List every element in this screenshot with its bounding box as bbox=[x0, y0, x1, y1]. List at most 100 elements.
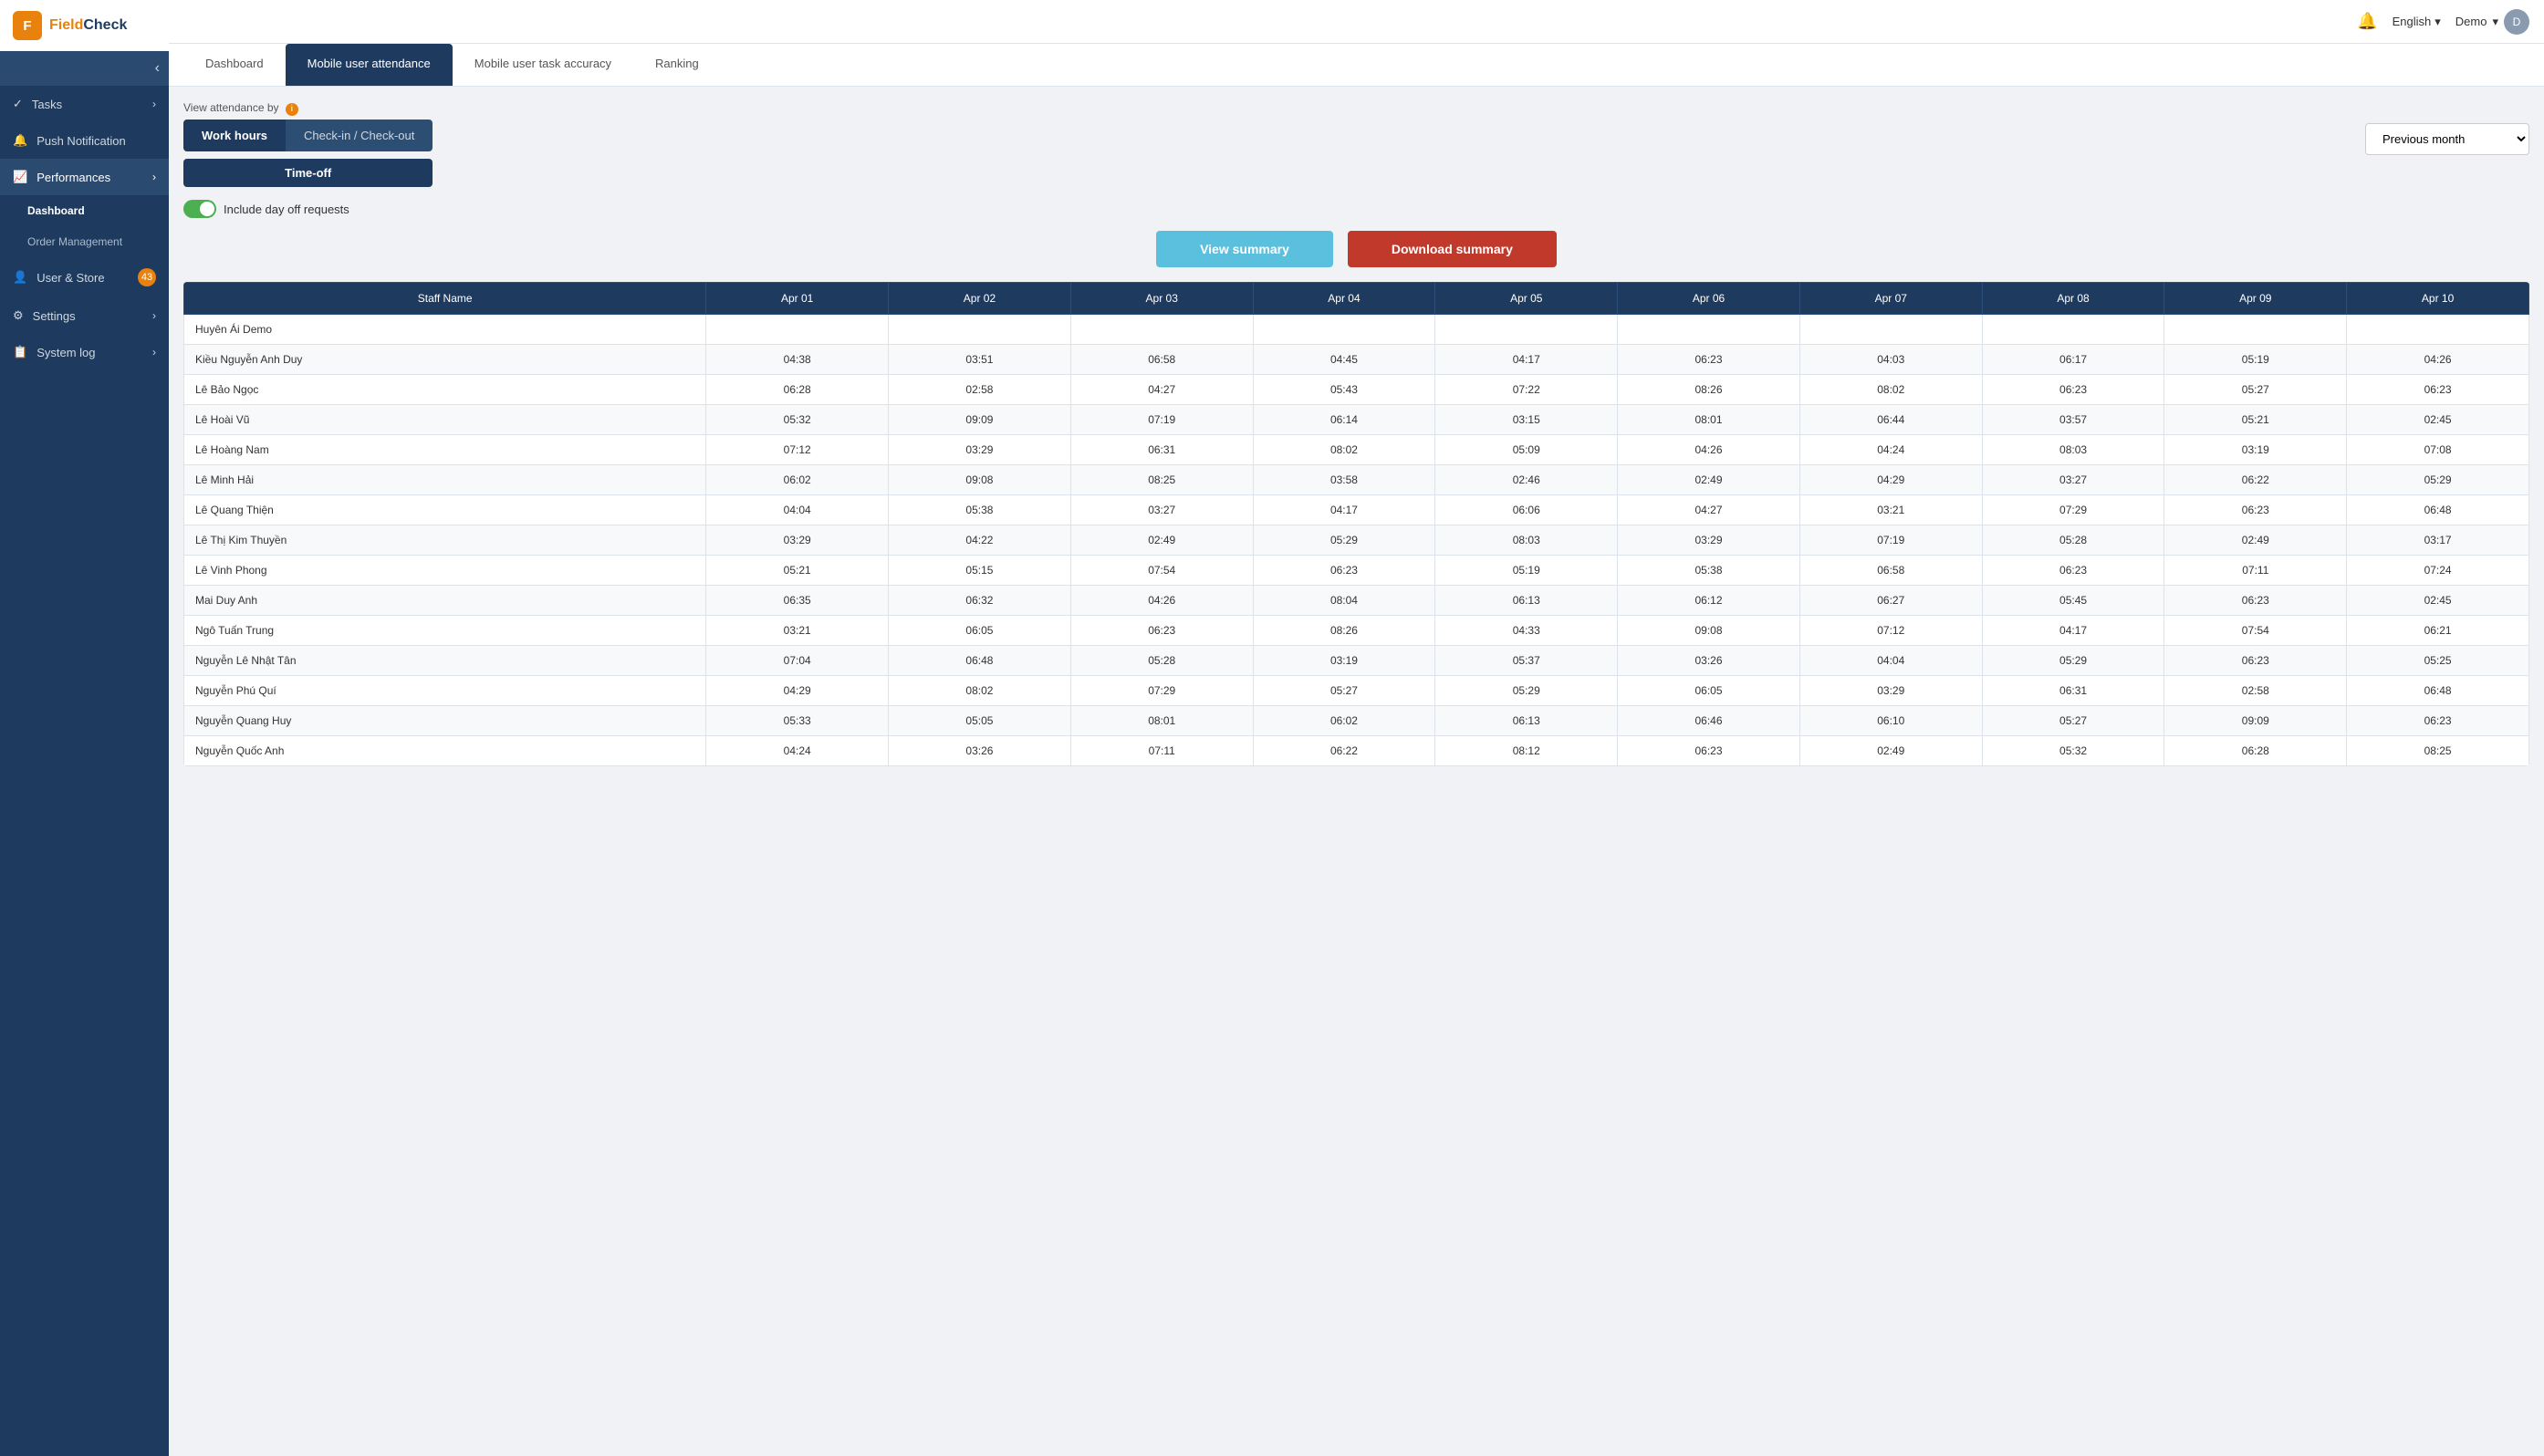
staff-name-cell: Lê Quang Thiện bbox=[184, 495, 706, 525]
time-cell: 06:46 bbox=[1618, 706, 1800, 736]
time-cell: 06:23 bbox=[1070, 616, 1253, 646]
time-cell: 04:17 bbox=[1253, 495, 1435, 525]
time-cell: 09:09 bbox=[889, 405, 1071, 435]
time-cell: 06:23 bbox=[1982, 556, 2164, 586]
time-cell: 02:58 bbox=[889, 375, 1071, 405]
time-cell: 07:12 bbox=[1799, 616, 1982, 646]
include-day-off-toggle[interactable] bbox=[183, 200, 216, 218]
date-header-apr-09: Apr 09 bbox=[2164, 283, 2347, 315]
attendance-table: Staff NameApr 01Apr 02Apr 03Apr 04Apr 05… bbox=[183, 282, 2529, 766]
checkin-checkout-button[interactable]: Check-in / Check-out bbox=[286, 120, 433, 151]
time-cell bbox=[889, 315, 1071, 345]
time-cell: 05:32 bbox=[706, 405, 889, 435]
time-cell: 07:54 bbox=[1070, 556, 1253, 586]
table-row: Lê Thị Kim Thuyền03:2904:2202:4905:2908:… bbox=[184, 525, 2529, 556]
tab-mobile-user-task-accuracy[interactable]: Mobile user task accuracy bbox=[453, 44, 633, 86]
date-header-apr-06: Apr 06 bbox=[1618, 283, 1800, 315]
language-selector[interactable]: English ▾ bbox=[2393, 15, 2441, 29]
time-cell: 05:29 bbox=[1253, 525, 1435, 556]
info-icon: i bbox=[286, 103, 298, 116]
time-cell: 05:27 bbox=[1253, 676, 1435, 706]
time-cell: 03:29 bbox=[1799, 676, 1982, 706]
user-menu[interactable]: Demo ▾ D bbox=[2455, 9, 2529, 35]
date-header-apr-08: Apr 08 bbox=[1982, 283, 2164, 315]
time-cell: 05:28 bbox=[1070, 646, 1253, 676]
logo-icon: F bbox=[13, 11, 42, 40]
table-row: Nguyễn Lê Nhật Tân07:0406:4805:2803:1905… bbox=[184, 646, 2529, 676]
time-cell: 07:24 bbox=[2347, 556, 2529, 586]
table-row: Lê Bảo Ngọc06:2802:5804:2705:4307:2208:2… bbox=[184, 375, 2529, 405]
sidebar-item-push-notification[interactable]: 🔔 Push Notification bbox=[0, 122, 169, 159]
top-header: 🔔 English ▾ Demo ▾ D bbox=[169, 0, 2544, 44]
time-cell: 05:43 bbox=[1253, 375, 1435, 405]
sidebar-item-label: Push Notification bbox=[36, 134, 126, 148]
avatar: D bbox=[2504, 9, 2529, 35]
sidebar-sub-item-order-management[interactable]: Order Management bbox=[0, 226, 169, 257]
time-cell: 05:29 bbox=[1435, 676, 1618, 706]
time-cell: 08:12 bbox=[1435, 736, 1618, 766]
date-header-apr-05: Apr 05 bbox=[1435, 283, 1618, 315]
time-cell: 04:26 bbox=[2347, 345, 2529, 375]
table-row: Lê Minh Hải06:0209:0808:2503:5802:4602:4… bbox=[184, 465, 2529, 495]
time-cell: 06:17 bbox=[1982, 345, 2164, 375]
logo-text: FieldCheck bbox=[49, 17, 127, 34]
time-cell: 06:27 bbox=[1799, 586, 1982, 616]
sidebar-collapse-button[interactable]: ‹ bbox=[0, 51, 169, 86]
sidebar-item-tasks[interactable]: ✓ Tasks › bbox=[0, 86, 169, 122]
time-off-button[interactable]: Time-off bbox=[183, 159, 433, 187]
work-hours-button[interactable]: Work hours bbox=[183, 120, 286, 151]
time-cell: 03:27 bbox=[1982, 465, 2164, 495]
time-cell: 08:25 bbox=[2347, 736, 2529, 766]
time-cell: 07:54 bbox=[2164, 616, 2347, 646]
time-cell: 04:29 bbox=[1799, 465, 1982, 495]
time-cell: 06:32 bbox=[889, 586, 1071, 616]
tasks-arrow-icon: › bbox=[152, 98, 156, 110]
time-cell: 05:28 bbox=[1982, 525, 2164, 556]
time-cell: 08:01 bbox=[1070, 706, 1253, 736]
time-cell: 04:04 bbox=[1799, 646, 1982, 676]
tab-mobile-user-attendance[interactable]: Mobile user attendance bbox=[286, 44, 453, 86]
sidebar-item-user-store[interactable]: 👤 User & Store 43 bbox=[0, 257, 169, 297]
sidebar-item-performances[interactable]: 📈 Performances › bbox=[0, 159, 169, 195]
sidebar-item-label: Tasks bbox=[32, 98, 62, 111]
time-cell: 08:02 bbox=[889, 676, 1071, 706]
time-cell: 05:15 bbox=[889, 556, 1071, 586]
download-summary-button[interactable]: Download summary bbox=[1348, 231, 1557, 267]
notification-bell-icon[interactable]: 🔔 bbox=[2357, 12, 2377, 31]
date-header-apr-02: Apr 02 bbox=[889, 283, 1071, 315]
time-cell: 03:27 bbox=[1070, 495, 1253, 525]
time-cell: 02:49 bbox=[1618, 465, 1800, 495]
sidebar-sub-item-dashboard[interactable]: Dashboard bbox=[0, 195, 169, 226]
time-cell: 08:03 bbox=[1982, 435, 2164, 465]
time-cell: 06:22 bbox=[1253, 736, 1435, 766]
staff-name-cell: Lê Thị Kim Thuyền bbox=[184, 525, 706, 556]
view-summary-button[interactable]: View summary bbox=[1156, 231, 1333, 267]
time-cell: 07:29 bbox=[1982, 495, 2164, 525]
tab-ranking[interactable]: Ranking bbox=[633, 44, 721, 86]
time-cell: 06:23 bbox=[1618, 345, 1800, 375]
time-cell: 06:35 bbox=[706, 586, 889, 616]
staff-name-cell: Nguyễn Phú Quí bbox=[184, 676, 706, 706]
view-attendance-label: View attendance by i bbox=[183, 101, 433, 116]
tab-dashboard[interactable]: Dashboard bbox=[183, 44, 286, 86]
time-cell: 04:33 bbox=[1435, 616, 1618, 646]
time-cell: 07:04 bbox=[706, 646, 889, 676]
sidebar-item-system-log[interactable]: 📋 System log › bbox=[0, 334, 169, 370]
time-cell: 06:10 bbox=[1799, 706, 1982, 736]
period-select[interactable]: Previous month Current month Custom rang… bbox=[2365, 123, 2529, 155]
time-cell: 06:48 bbox=[889, 646, 1071, 676]
table-row: Mai Duy Anh06:3506:3204:2608:0406:1306:1… bbox=[184, 586, 2529, 616]
time-cell: 06:06 bbox=[1435, 495, 1618, 525]
time-cell: 05:21 bbox=[2164, 405, 2347, 435]
dashboard-sub-label: Dashboard bbox=[27, 204, 85, 217]
date-header-apr-10: Apr 10 bbox=[2347, 283, 2529, 315]
time-cell: 08:02 bbox=[1799, 375, 1982, 405]
staff-name-cell: Mai Duy Anh bbox=[184, 586, 706, 616]
time-cell: 04:03 bbox=[1799, 345, 1982, 375]
time-cell bbox=[1618, 315, 1800, 345]
time-cell: 04:45 bbox=[1253, 345, 1435, 375]
main-content: 🔔 English ▾ Demo ▾ D Dashboard Mobile us… bbox=[169, 0, 2544, 1456]
date-header-apr-07: Apr 07 bbox=[1799, 283, 1982, 315]
sidebar-item-settings[interactable]: ⚙ Settings › bbox=[0, 297, 169, 334]
time-cell: 06:12 bbox=[1618, 586, 1800, 616]
